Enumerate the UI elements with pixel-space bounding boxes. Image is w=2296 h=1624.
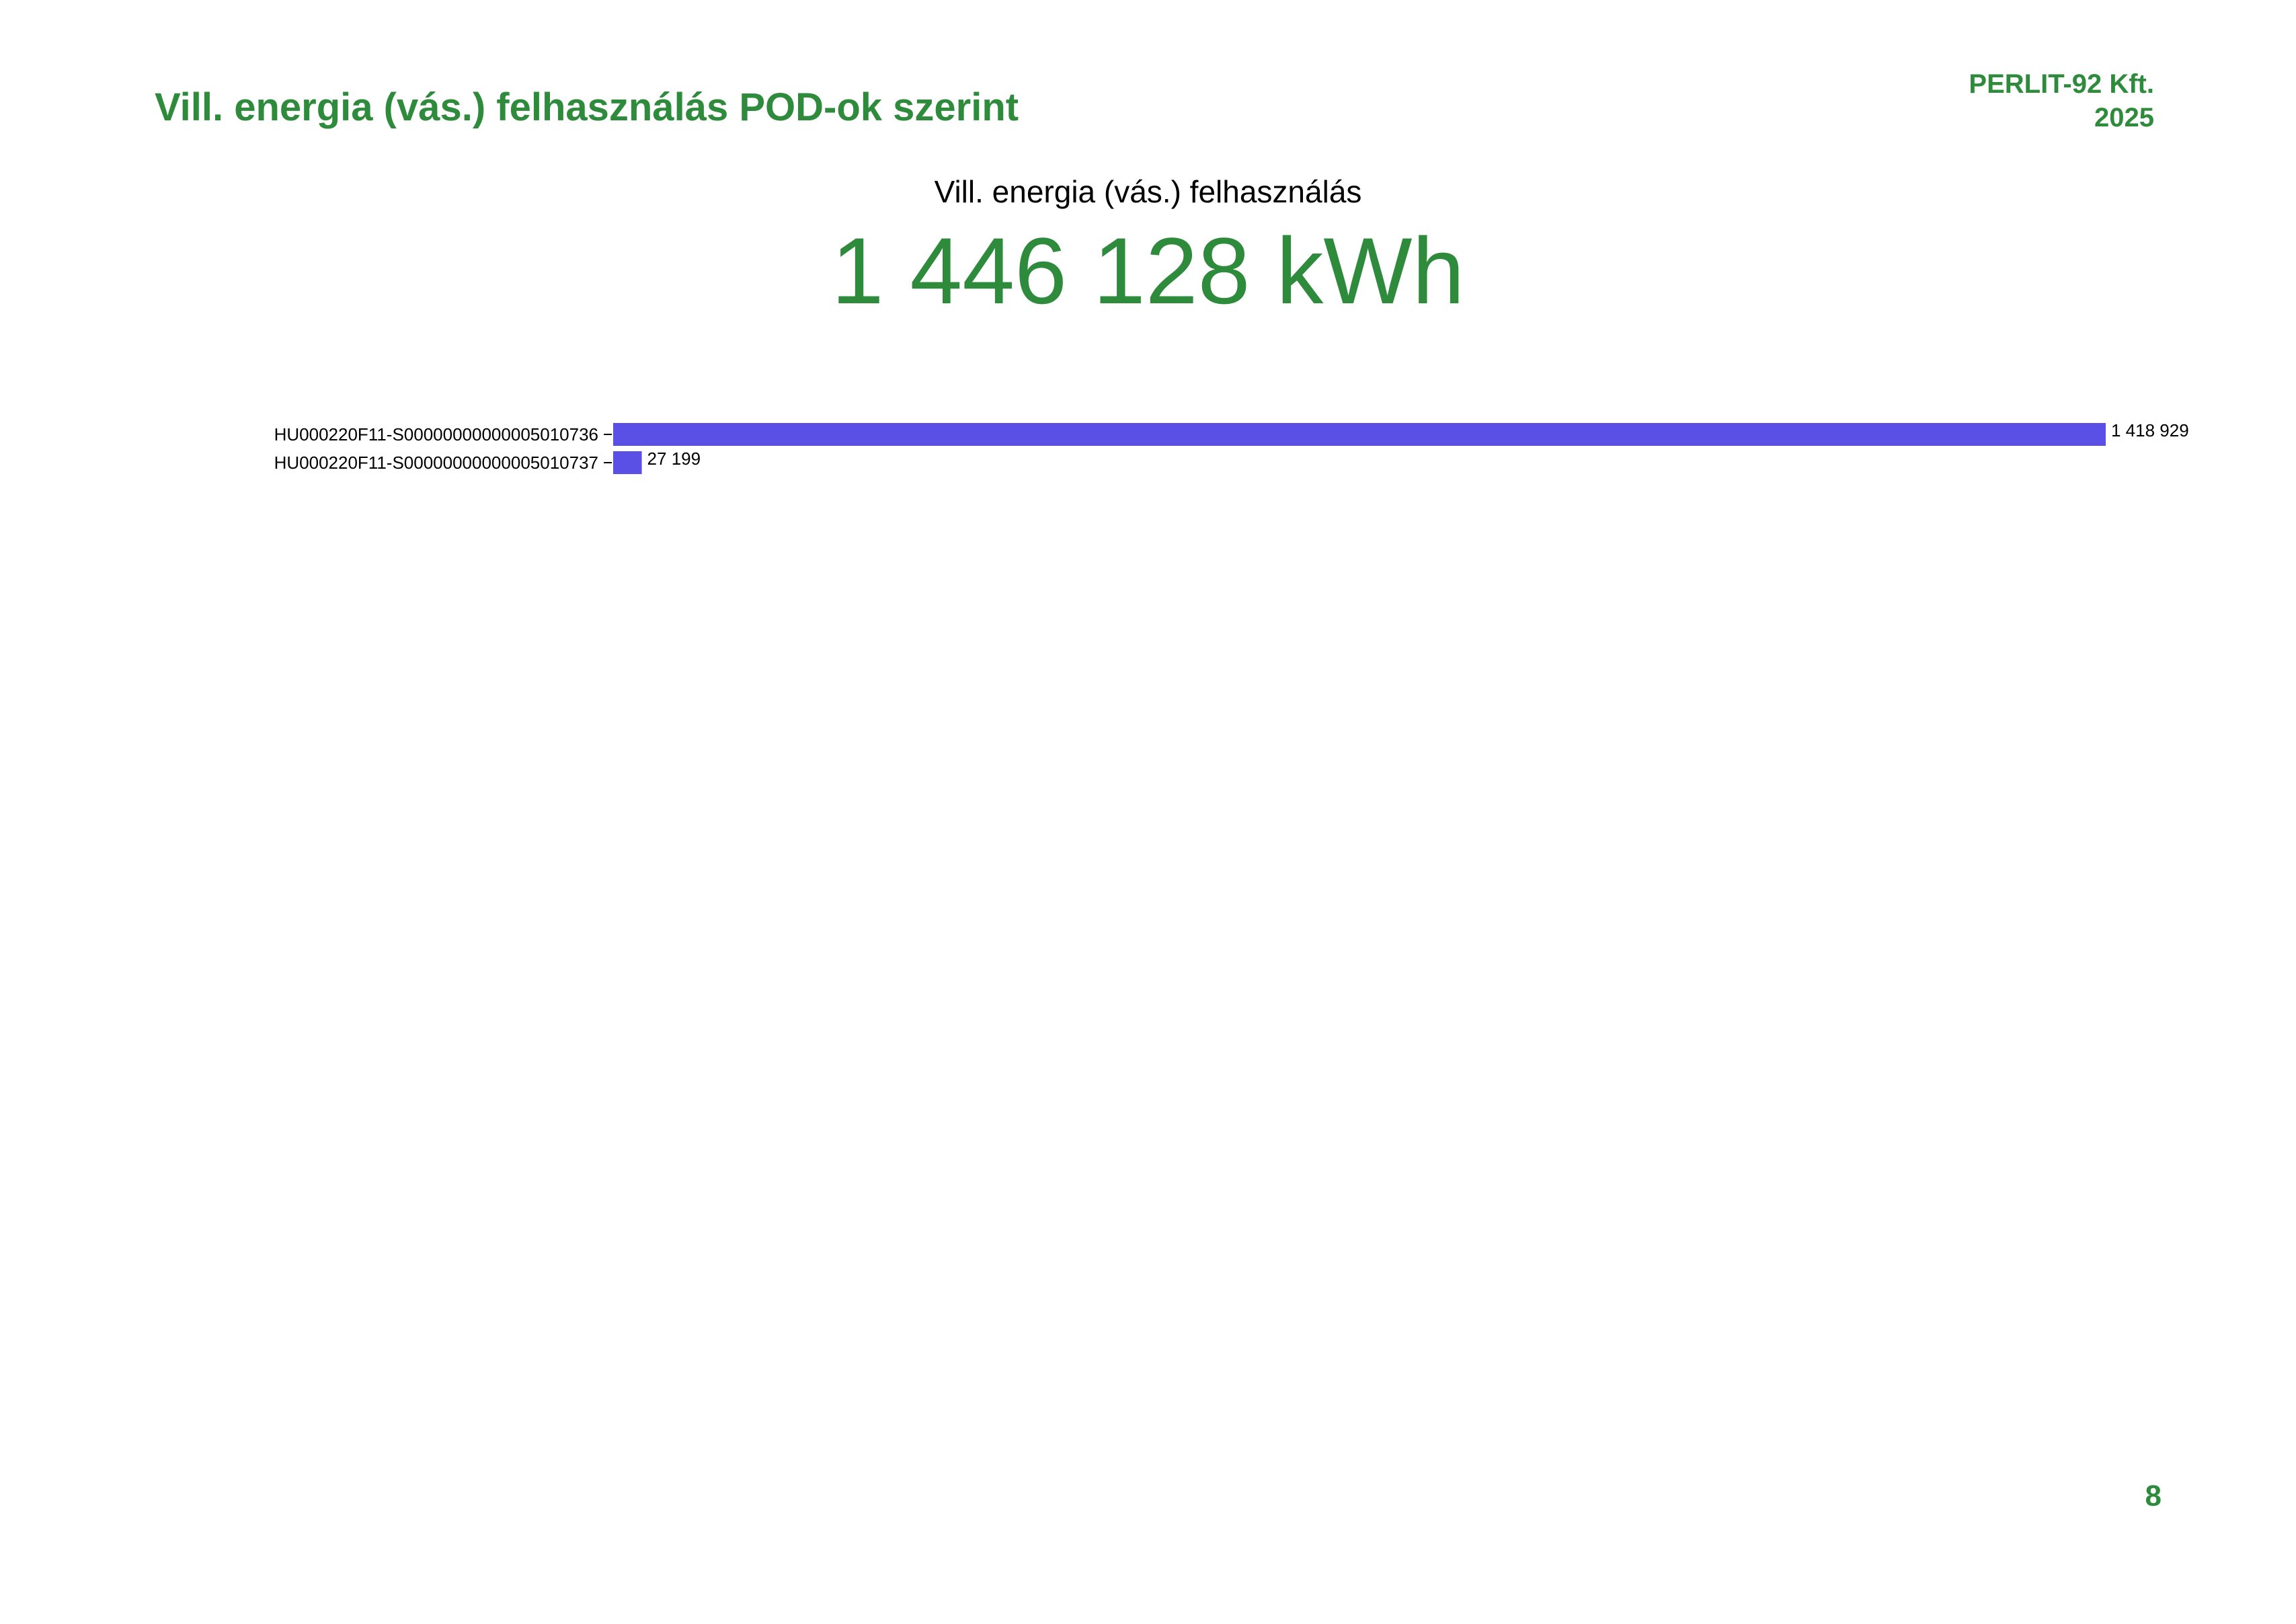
bar-value-label: 1 418 929 [2111, 420, 2189, 440]
pod-bar-chart: HU000220F11-S00000000000005010736 1 418 9… [274, 420, 2189, 474]
bar [613, 423, 2106, 446]
bar-value-label: 27 199 [647, 449, 701, 469]
category-label: HU000220F11-S00000000000005010737 [274, 453, 598, 473]
page-number: 8 [2145, 1479, 2162, 1512]
category-label: HU000220F11-S00000000000005010736 [274, 424, 598, 444]
bar [613, 451, 642, 474]
